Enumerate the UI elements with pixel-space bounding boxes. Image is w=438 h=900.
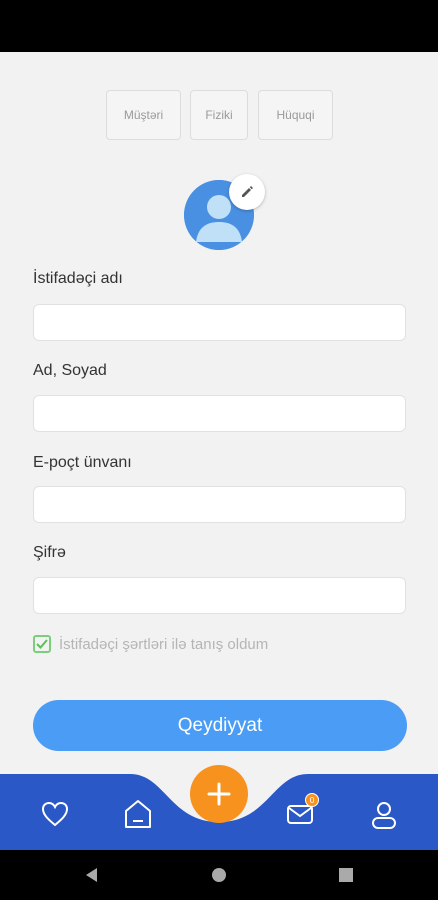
favorites-nav[interactable] <box>35 794 75 834</box>
email-input[interactable] <box>33 486 406 523</box>
back-button[interactable] <box>82 865 102 885</box>
registration-screen: Müştəri Fiziki Hüquqi İstifadəçi adı Ad,… <box>0 52 438 774</box>
account-type-selector: Müştəri Fiziki Hüquqi <box>0 90 438 140</box>
checkmark-icon <box>36 639 48 649</box>
android-navigation-bar <box>0 850 438 900</box>
terms-label: İstifadəçi şərtləri ilə tanış oldum <box>59 635 269 653</box>
plus-icon <box>207 782 231 806</box>
add-button[interactable] <box>190 765 248 823</box>
terms-row: İstifadəçi şərtləri ilə tanış oldum <box>33 635 268 653</box>
user-icon <box>372 802 396 829</box>
home-icon <box>125 800 151 828</box>
password-label: Şifrə <box>33 544 66 561</box>
edit-avatar-button[interactable] <box>229 174 265 210</box>
recents-button[interactable] <box>336 865 356 885</box>
fullname-label: Ad, Soyad <box>33 362 107 379</box>
pencil-icon <box>242 186 253 197</box>
back-triangle-icon <box>86 868 97 882</box>
heart-icon <box>41 801 69 827</box>
home-system-button[interactable] <box>209 865 229 885</box>
fullname-input[interactable] <box>33 395 406 432</box>
terms-checkbox[interactable] <box>33 635 51 653</box>
register-button[interactable]: Qeydiyyat <box>33 700 407 751</box>
email-label: E-poçt ünvanı <box>33 454 132 471</box>
home-circle-icon <box>212 868 226 882</box>
home-nav[interactable] <box>118 794 158 834</box>
password-input[interactable] <box>33 577 406 614</box>
profile-nav[interactable] <box>364 794 404 834</box>
status-bar <box>0 0 438 52</box>
username-label: İstifadəçi adı <box>33 270 123 287</box>
type-huquqi-button[interactable]: Hüquqi <box>258 90 333 140</box>
type-fiziki-button[interactable]: Fiziki <box>190 90 248 140</box>
username-input[interactable] <box>33 304 406 341</box>
mail-badge: 0 <box>305 793 319 807</box>
recents-square-icon <box>339 868 353 882</box>
type-musteri-button[interactable]: Müştəri <box>106 90 181 140</box>
